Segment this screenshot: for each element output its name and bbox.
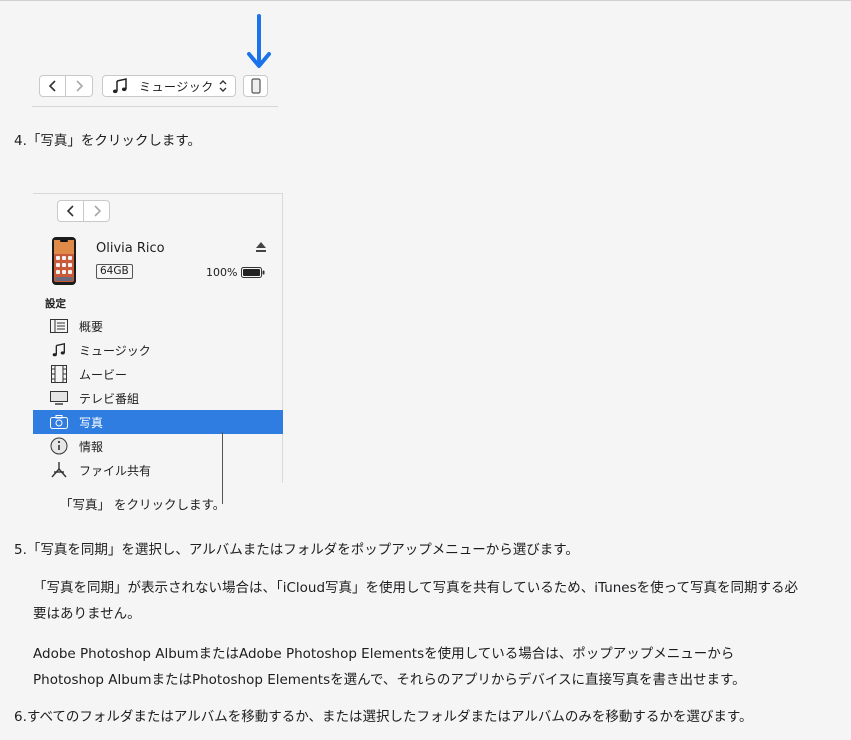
note-line: Adobe Photoshop AlbumまたはAdobe Photoshop … (33, 646, 735, 662)
eject-icon[interactable] (255, 241, 267, 253)
sidebar-item-movies[interactable]: ムービー (33, 362, 283, 386)
forward-chevron-icon (93, 205, 101, 217)
note-adobe-photoshop: Adobe Photoshop AlbumまたはAdobe Photoshop … (33, 641, 833, 693)
sidebar-item-label: 写真 (79, 415, 104, 430)
music-note-icon (49, 341, 69, 359)
step-number: 6. (14, 709, 27, 725)
sidebar-item-file-sharing[interactable]: ファイル共有 (33, 458, 283, 482)
step-5: 5.「写真を同期」を選択し、アルバムまたはフォルダをポップアップメニューから選び… (14, 538, 579, 562)
device-button[interactable] (243, 75, 268, 97)
itunes-toolbar: ミュージック (32, 70, 278, 107)
media-source-select[interactable]: ミュージック (102, 75, 236, 97)
settings-heading: 設定 (45, 298, 66, 310)
back-chevron-icon (48, 80, 56, 92)
note-icloud-photos: 「写真を同期」が表示されない場合は、「iCloud写真」を使用して写真を共有して… (33, 575, 833, 627)
sidebar-item-label: ファイル共有 (79, 463, 152, 478)
note-line: 要はありません。 (33, 606, 141, 622)
sidebar-item-photos[interactable]: 写真 (33, 410, 283, 434)
step-4: 4.「写真」をクリックします。 (14, 129, 201, 153)
camera-icon (49, 413, 69, 431)
info-icon (49, 437, 69, 455)
step-number: 5. (14, 542, 27, 558)
device-name: Olivia Rico (96, 241, 165, 256)
forward-chevron-icon (76, 80, 84, 92)
down-arrow-icon (247, 14, 271, 68)
sidebar-item-label: テレビ番組 (79, 391, 140, 406)
device-sidebar: Olivia Rico 64GB 100% 設定 概要 ミュージック ムービー (33, 193, 283, 484)
battery-percent: 100% (206, 266, 238, 279)
sidebar-item-label: 情報 (79, 439, 104, 454)
film-icon (49, 365, 69, 383)
step-text: すべてのフォルダまたはアルバムを移動するか、または選択したフォルダまたはアルバム… (26, 709, 753, 725)
step-number: 4. (14, 133, 27, 149)
back-button[interactable] (39, 75, 66, 97)
step-text: 「写真を同期」を選択し、アルバムまたはフォルダをポップアップメニューから選びます… (26, 542, 579, 558)
sidebar-item-info[interactable]: 情報 (33, 434, 283, 458)
battery-icon (241, 267, 265, 278)
sidebar-item-label: 概要 (79, 319, 104, 334)
updown-chevron-icon (219, 80, 227, 92)
forward-button[interactable] (83, 200, 110, 222)
sidebar-item-label: ミュージック (79, 343, 151, 358)
file-sharing-icon (49, 461, 69, 479)
back-chevron-icon (66, 205, 74, 217)
tv-icon (49, 389, 69, 407)
battery-status: 100% (206, 266, 265, 279)
media-source-label: ミュージック (139, 79, 214, 94)
note-line: 「写真を同期」が表示されない場合は、「iCloud写真」を使用して写真を共有して… (33, 580, 798, 596)
top-divider (0, 0, 851, 1)
summary-list-icon (49, 317, 69, 335)
callout-label: 「写真」 をクリックします。 (60, 497, 226, 512)
sidebar-item-tv[interactable]: テレビ番組 (33, 386, 283, 410)
sidebar-item-label: ムービー (79, 367, 128, 382)
note-line: Photoshop AlbumまたはPhotoshop Elementsを選んで… (33, 672, 746, 688)
sidebar-item-music[interactable]: ミュージック (33, 338, 283, 362)
nav-buttons (57, 200, 111, 222)
iphone-device-icon (250, 78, 261, 94)
capacity-badge: 64GB (96, 264, 133, 279)
iphone-thumbnail-icon (52, 237, 76, 285)
sidebar-item-summary[interactable]: 概要 (33, 314, 283, 338)
forward-button[interactable] (66, 75, 93, 97)
music-note-icon (112, 78, 127, 94)
step-6: 6.すべてのフォルダまたはアルバムを移動するか、または選択したフォルダまたはアル… (14, 705, 753, 729)
back-button[interactable] (57, 200, 84, 222)
step-text: 「写真」をクリックします。 (26, 133, 202, 149)
